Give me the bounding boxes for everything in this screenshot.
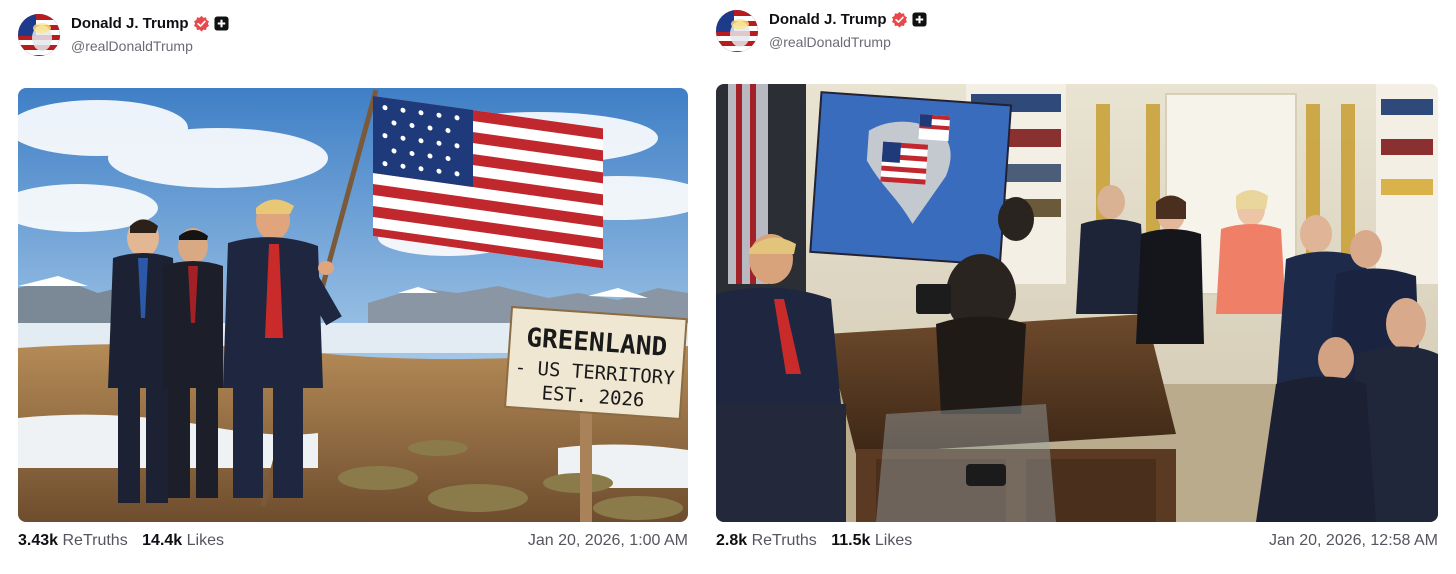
likes-count: 14.4k [142, 532, 183, 549]
display-name[interactable]: Donald J. Trump [71, 15, 189, 32]
retruths-label: ReTruths [62, 532, 128, 549]
name-row: Donald J. Trump [769, 11, 927, 28]
post-timestamp[interactable]: Jan 20, 2026, 1:00 AM [528, 532, 688, 550]
plus-badge-icon [911, 12, 927, 27]
plus-badge-icon [213, 16, 229, 31]
retruths-label: ReTruths [751, 532, 817, 549]
post-footer: 3.43k ReTruths 14.4k Likes Jan 20, 2026,… [18, 532, 688, 554]
display-name[interactable]: Donald J. Trump [769, 11, 887, 28]
user-handle[interactable]: @realDonaldTrump [71, 38, 193, 54]
name-row: Donald J. Trump [71, 15, 229, 32]
post-header: Donald J. Trump @realDonaldTrump [716, 8, 1438, 52]
likes-stat[interactable]: 14.4k Likes [142, 532, 224, 550]
verified-badge-icon [891, 11, 907, 28]
retruths-count: 3.43k [18, 532, 59, 549]
avatar[interactable] [18, 14, 60, 56]
likes-label: Likes [874, 532, 913, 549]
retruths-stat[interactable]: 3.43k ReTruths [18, 532, 128, 550]
likes-label: Likes [186, 532, 225, 549]
verified-badge-icon [193, 15, 209, 32]
user-handle[interactable]: @realDonaldTrump [769, 34, 891, 50]
likes-stat[interactable]: 11.5k Likes [831, 532, 912, 550]
post-footer: 2.8k ReTruths 11.5k Likes Jan 20, 2026, … [716, 532, 1438, 554]
avatar[interactable] [716, 10, 758, 52]
retruths-stat[interactable]: 2.8k ReTruths [716, 532, 817, 550]
retruths-count: 2.8k [716, 532, 748, 549]
post-timestamp[interactable]: Jan 20, 2026, 12:58 AM [1269, 532, 1438, 550]
post-image[interactable]: GREENLAND - US TERRITORY EST. 2026 [18, 88, 688, 522]
post-image[interactable] [716, 84, 1438, 522]
likes-count: 11.5k [831, 532, 871, 549]
post-header: Donald J. Trump @realDonaldTrump [18, 12, 688, 56]
